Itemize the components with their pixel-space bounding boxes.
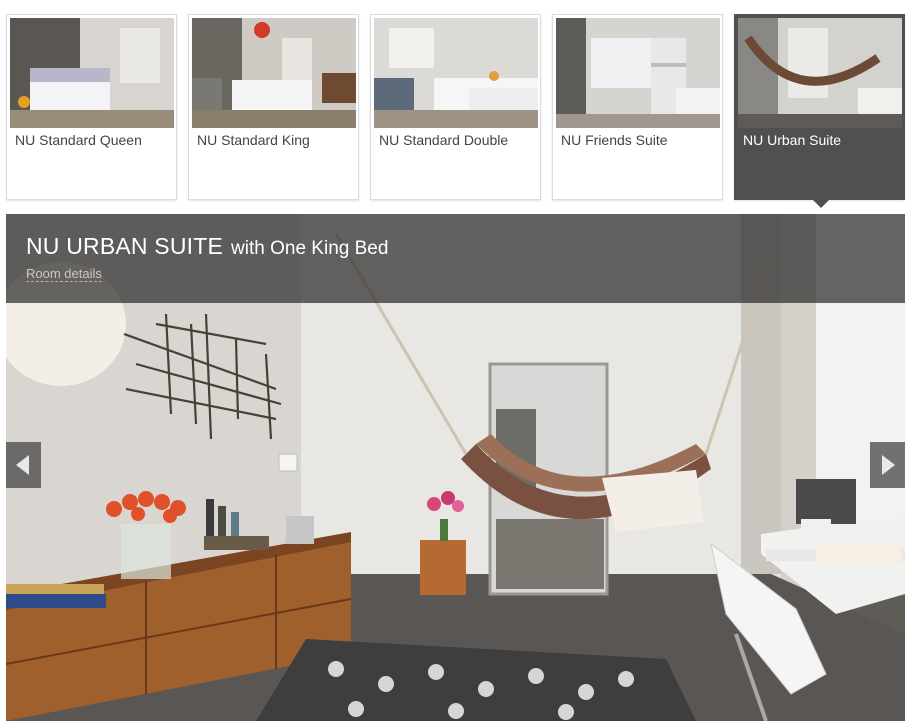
room-tab-label: NU Standard King bbox=[197, 132, 310, 148]
room-tab-standard-double[interactable]: NU Standard Double bbox=[370, 14, 541, 200]
room-details-link[interactable]: Room details bbox=[26, 266, 102, 282]
room-bed-type: with One King Bed bbox=[231, 238, 389, 259]
room-tab-label: NU Friends Suite bbox=[561, 132, 668, 148]
room-thumbnail bbox=[556, 18, 720, 128]
room-tab-label: NU Standard Queen bbox=[15, 132, 142, 148]
room-thumbnail bbox=[192, 18, 356, 128]
active-tab-pointer bbox=[812, 199, 830, 208]
room-tab-urban-suite[interactable]: NU Urban Suite bbox=[734, 14, 905, 208]
next-image-button[interactable] bbox=[870, 442, 905, 488]
room-tab-standard-king[interactable]: NU Standard King bbox=[188, 14, 359, 200]
room-tab-label: NU Urban Suite bbox=[743, 132, 842, 148]
room-tab-label: NU Standard Double bbox=[379, 132, 509, 148]
room-name: NU URBAN SUITE bbox=[26, 233, 224, 259]
room-tab-standard-queen[interactable]: NU Standard Queen bbox=[6, 14, 177, 200]
chevron-right-icon bbox=[882, 455, 895, 475]
room-caption-overlay: NU URBAN SUITE with One King Bed Room det… bbox=[6, 214, 905, 303]
room-title: NU URBAN SUITE with One King Bed bbox=[26, 233, 388, 260]
chevron-left-icon bbox=[16, 455, 29, 475]
room-thumbnail bbox=[738, 18, 902, 128]
room-hero-gallery: NU URBAN SUITE with One King Bed Room det… bbox=[6, 214, 905, 721]
room-thumbnail bbox=[374, 18, 538, 128]
room-thumbnail bbox=[10, 18, 174, 128]
room-tab-friends-suite[interactable]: NU Friends Suite bbox=[552, 14, 723, 200]
previous-image-button[interactable] bbox=[6, 442, 41, 488]
